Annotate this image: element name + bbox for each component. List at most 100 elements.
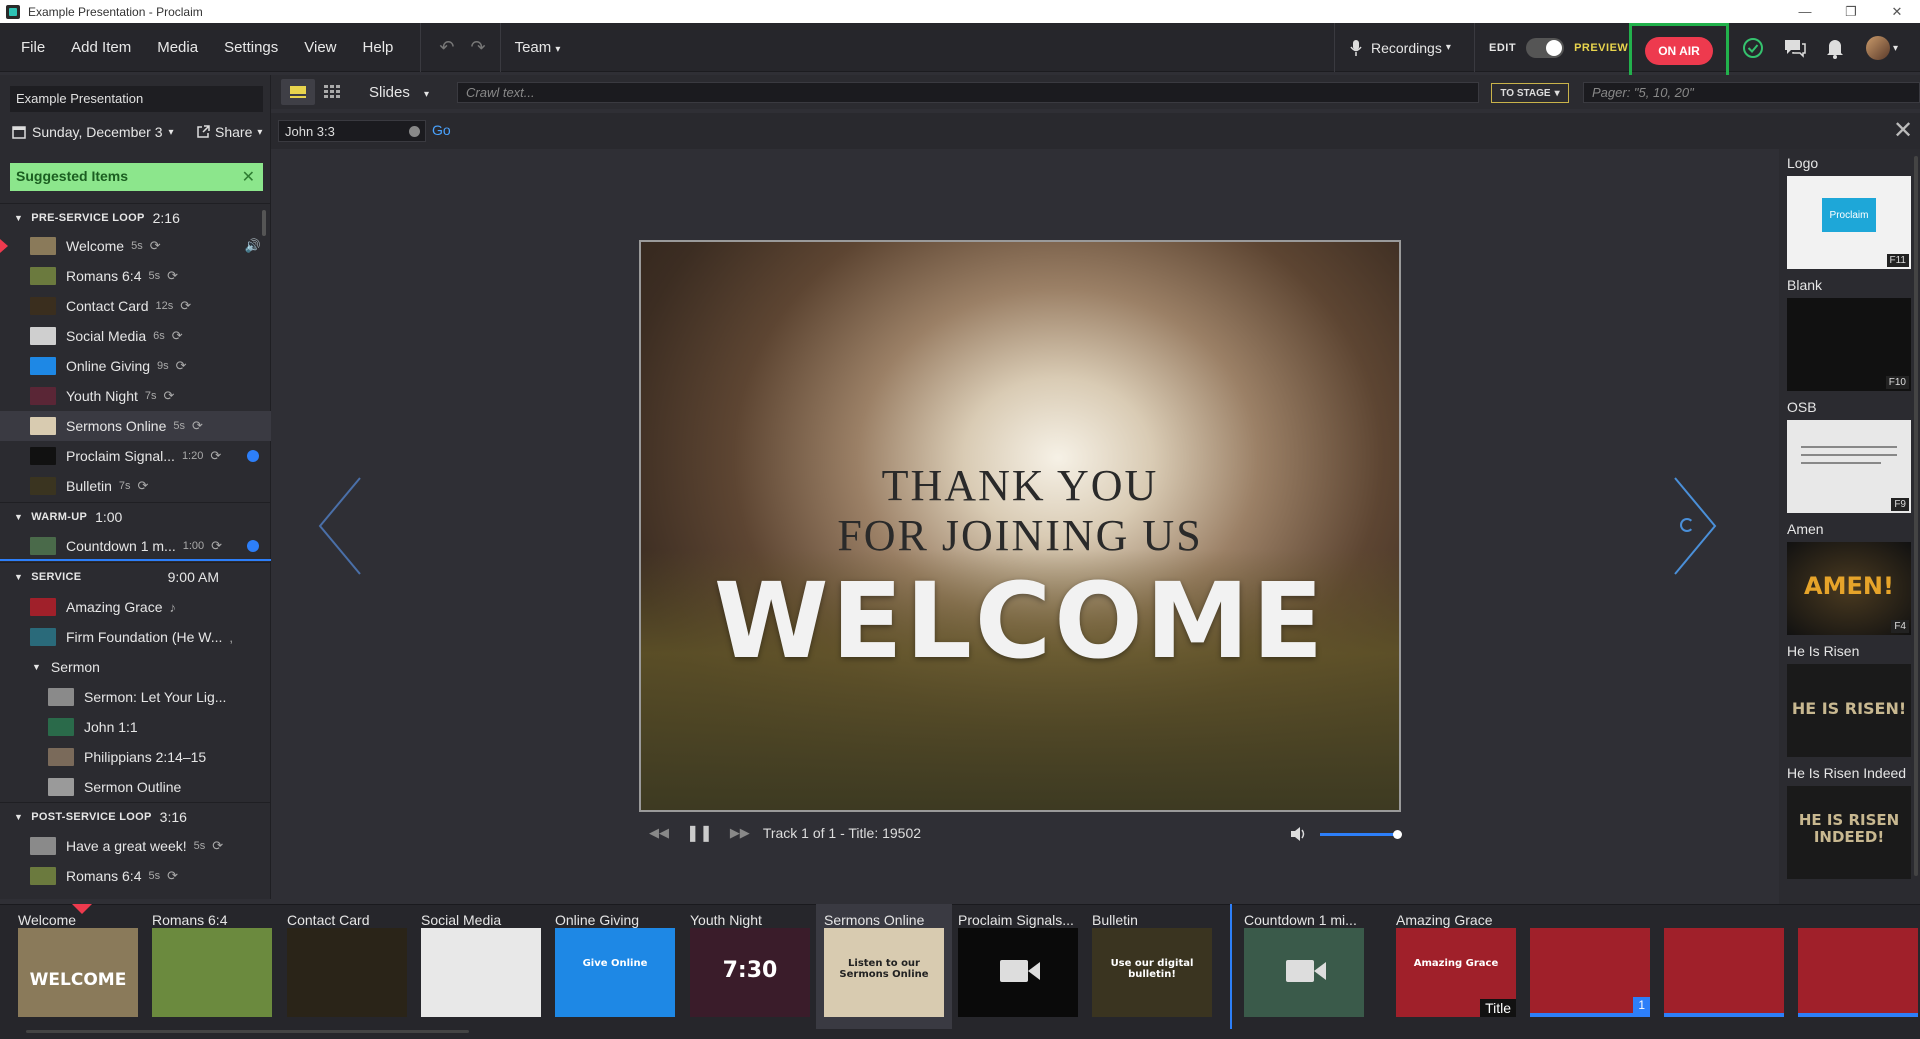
section-header[interactable]: ▼ POST-SERVICE LOOP 3:16 — [0, 802, 271, 830]
pager-input[interactable]: Pager: "5, 10, 20" — [1583, 82, 1920, 103]
edit-preview-toggle[interactable] — [1526, 37, 1565, 58]
single-slide-view-button[interactable] — [281, 79, 315, 105]
media-controls: ◀◀ ❚❚ ▶▶ Track 1 of 1 - Title: 19502 — [640, 820, 1400, 846]
section-header[interactable]: ▼ SERVICE 9:00 AM — [0, 562, 271, 590]
list-item[interactable]: Bulletin 7s ⟳ — [0, 471, 271, 501]
quick-slides-scrollbar[interactable] — [1914, 156, 1918, 876]
section-header[interactable]: ▼ PRE-SERVICE LOOP 2:16 — [0, 203, 271, 231]
list-item[interactable]: Firm Foundation (He W... , — [0, 622, 271, 652]
menu-media[interactable]: Media — [144, 39, 211, 56]
list-item[interactable]: Philippians 2:14–15 — [0, 742, 271, 772]
edit-preview-switch[interactable]: EDIT PREVIEW — [1474, 23, 1628, 72]
presentation-title-field[interactable]: Example Presentation — [10, 86, 263, 112]
list-item[interactable]: John 1:1 — [0, 712, 271, 742]
close-preview-icon[interactable]: ✕ — [1893, 116, 1913, 145]
pause-icon[interactable]: ❚❚ — [686, 823, 713, 843]
menu-file[interactable]: File — [8, 39, 58, 56]
undo-icon[interactable]: ↶ — [431, 37, 462, 58]
section-header[interactable]: ▼ WARM-UP 1:00 — [0, 502, 271, 530]
grid-view-button[interactable] — [315, 79, 349, 105]
loop-icon: ⟳ — [149, 238, 161, 253]
volume-control[interactable] — [1290, 826, 1402, 842]
strip-slide-thumbnail[interactable] — [1664, 928, 1784, 1017]
menu-view[interactable]: View — [291, 39, 349, 56]
recordings-menu[interactable]: Recordings ▾ — [1334, 23, 1467, 72]
list-item[interactable]: Amazing Grace ♪ — [0, 592, 271, 622]
strip-slide-thumbnail[interactable]: 1 — [1530, 928, 1650, 1017]
next-slide-arrow-icon[interactable] — [1670, 476, 1720, 576]
menu-help[interactable]: Help — [350, 39, 407, 56]
grid-view-icon — [324, 85, 340, 98]
quick-slide-thumbnail[interactable]: HE IS RISEN INDEED! — [1787, 786, 1911, 879]
to-stage-button[interactable]: TO STAGE ▾ — [1491, 83, 1569, 103]
volume-icon[interactable] — [1290, 826, 1308, 842]
list-item[interactable]: Welcome 5s ⟳ 🔊 — [0, 231, 271, 261]
quick-slide-thumbnail[interactable]: AMEN! F4 — [1787, 542, 1911, 635]
sermon-group[interactable]: ▼ Sermon — [0, 652, 271, 682]
strip-slide-thumbnail[interactable]: Use our digital bulletin! — [1092, 928, 1212, 1017]
rewind-icon[interactable]: ◀◀ — [649, 825, 669, 841]
quick-slide-thumbnail[interactable]: HE IS RISEN! — [1787, 664, 1911, 757]
clear-icon[interactable] — [409, 126, 420, 137]
item-thumbnail — [48, 748, 74, 766]
volume-slider[interactable] — [1320, 829, 1402, 839]
close-window-icon[interactable]: ✕ — [1874, 0, 1920, 23]
list-item[interactable]: Youth Night 7s ⟳ — [0, 381, 271, 411]
status-check-icon[interactable] — [1741, 36, 1765, 60]
item-label: Social Media — [66, 328, 147, 344]
list-item[interactable]: Sermon: Let Your Lig... — [0, 682, 271, 712]
share-icon — [197, 125, 210, 138]
hotkey-badge: F4 — [1891, 620, 1909, 633]
list-item[interactable]: Romans 6:4 5s ⟳ — [0, 261, 271, 291]
item-thumbnail — [30, 237, 56, 255]
strip-slide-thumbnail[interactable]: Listen to our Sermons Online — [824, 928, 944, 1017]
strip-slide-thumbnail[interactable] — [287, 928, 407, 1017]
on-air-button[interactable]: ON AIR — [1645, 36, 1713, 65]
strip-slide-thumbnail[interactable] — [1798, 928, 1918, 1017]
strip-slide-thumbnail[interactable]: WELCOME — [18, 928, 138, 1017]
quick-slide-thumbnail[interactable]: Proclaim F11 — [1787, 176, 1911, 269]
strip-slide-thumbnail[interactable]: Give Online — [555, 928, 675, 1017]
slide-strip-scrollbar[interactable] — [26, 1030, 469, 1033]
strip-slide-thumbnail[interactable] — [421, 928, 541, 1017]
menu-settings[interactable]: Settings — [211, 39, 291, 56]
list-item[interactable]: Countdown 1 m... 1:00 ⟳ — [0, 531, 271, 561]
list-item[interactable]: Online Giving 9s ⟳ — [0, 351, 271, 381]
list-item[interactable]: Social Media 6s ⟳ — [0, 321, 271, 351]
close-suggested-icon[interactable]: ✕ — [242, 167, 255, 187]
share-button[interactable]: Share ▾ — [196, 124, 262, 140]
notification-bell-icon[interactable] — [1823, 36, 1847, 60]
chevron-down-icon: ▼ — [14, 811, 24, 822]
redo-icon[interactable]: ↷ — [462, 37, 493, 58]
quick-slide-thumbnail[interactable]: F9 — [1787, 420, 1911, 513]
quick-slide-thumbnail[interactable]: F10 — [1787, 298, 1911, 391]
list-item[interactable]: Contact Card 12s ⟳ — [0, 291, 271, 321]
strip-slide-thumbnail[interactable] — [958, 928, 1078, 1017]
chevron-down-icon: ▾ — [1892, 42, 1899, 54]
menu-add-item[interactable]: Add Item — [58, 39, 144, 56]
strip-slide-thumbnail[interactable]: 7:30 — [690, 928, 810, 1017]
fast-forward-icon[interactable]: ▶▶ — [730, 825, 750, 841]
current-slide[interactable]: THANK YOU FOR JOINING US WELCOME — [639, 240, 1401, 812]
previous-slide-arrow-icon[interactable] — [315, 476, 365, 576]
list-item[interactable]: Sermon Outline — [0, 772, 271, 802]
strip-slide-thumbnail[interactable]: Amazing Grace Title — [1396, 928, 1516, 1017]
list-item[interactable]: Proclaim Signal... 1:20 ⟳ — [0, 441, 271, 471]
date-dropdown[interactable]: Sunday, December 3 ▾ — [12, 124, 174, 140]
crawl-text-input[interactable]: Crawl text... — [457, 82, 1479, 103]
suggested-items-banner[interactable]: Suggested Items ✕ — [10, 163, 263, 191]
slides-dropdown[interactable]: Slides ▾ — [369, 84, 429, 101]
strip-slide-thumbnail[interactable] — [1244, 928, 1364, 1017]
list-item[interactable]: Have a great week! 5s ⟳ — [0, 831, 271, 861]
strip-slide-thumbnail[interactable] — [152, 928, 272, 1017]
minimize-icon[interactable]: — — [1782, 0, 1828, 23]
list-item[interactable]: Sermons Online 5s ⟳ — [0, 411, 271, 441]
scripture-input[interactable]: John 3:3 — [278, 120, 426, 142]
proclaim-app-icon — [6, 4, 20, 19]
team-dropdown[interactable]: Team ▾ — [501, 39, 575, 56]
go-link[interactable]: Go — [432, 122, 451, 138]
user-avatar[interactable]: ▾ — [1864, 36, 1900, 60]
list-item[interactable]: Romans 6:4 5s ⟳ — [0, 861, 271, 891]
restore-icon[interactable]: ❐ — [1828, 0, 1874, 23]
chat-icon[interactable] — [1783, 36, 1807, 60]
